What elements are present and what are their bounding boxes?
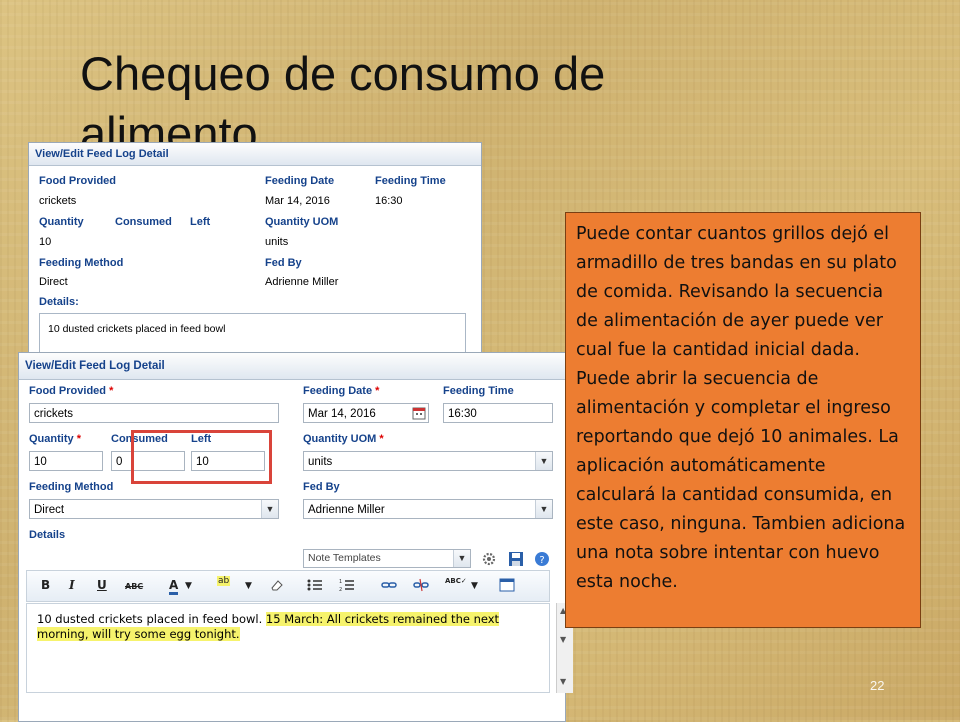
- value-quantity: 10: [39, 236, 52, 248]
- slide-title-line2: alimento: [80, 107, 258, 142]
- label-quantity-uom: Quantity UOM *: [303, 433, 384, 445]
- label-details: Details: [29, 529, 66, 541]
- calendar-icon[interactable]: [412, 406, 426, 420]
- required-marker: *: [109, 385, 114, 397]
- label-quantity-uom: Quantity UOM: [265, 216, 339, 228]
- page-number: 22: [870, 678, 885, 693]
- feeding-method-value: Direct: [34, 504, 65, 516]
- feeding-method-select[interactable]: Direct ▼: [29, 499, 279, 519]
- dropdown-arrow-icon[interactable]: ▼: [261, 500, 278, 518]
- details-text: 10 dusted crickets placed in feed bowl: [48, 323, 226, 335]
- label-food-provided: Food Provided *: [29, 385, 114, 397]
- details-box: 10 dusted crickets placed in feed bowl: [39, 313, 466, 355]
- value-feeding-date: Mar 14, 2016: [265, 195, 330, 207]
- label-feeding-date: Feeding Date: [265, 175, 335, 187]
- label-food-provided: Food Provided: [39, 175, 116, 187]
- edit-feed-log-panel: View/Edit Feed Log Detail Food Provided …: [18, 352, 566, 722]
- value-feeding-method: Direct: [39, 276, 68, 288]
- label-quantity: Quantity: [39, 216, 84, 228]
- required-marker: *: [379, 433, 384, 445]
- label-feeding-time: Feeding Time: [443, 385, 514, 397]
- label-fed-by: Fed By: [303, 481, 340, 493]
- label-feeding-time: Feeding Time: [375, 175, 446, 187]
- dropdown-arrow-icon[interactable]: ▼: [535, 452, 552, 470]
- value-food-provided: crickets: [39, 195, 77, 207]
- panel-header: View/Edit Feed Log Detail: [19, 353, 565, 380]
- dropdown-arrow-icon[interactable]: ▼: [535, 500, 552, 518]
- value-feeding-time: 16:30: [375, 195, 403, 207]
- gear-icon[interactable]: [481, 551, 497, 567]
- consumed-left-highlight: [131, 430, 272, 484]
- label-details: Details:: [39, 296, 79, 308]
- feeding-date-value: Mar 14, 2016: [308, 408, 376, 420]
- label-quantity: Quantity *: [29, 433, 81, 445]
- help-icon[interactable]: ?: [534, 551, 550, 567]
- dropdown-arrow-icon[interactable]: ▼: [453, 550, 470, 567]
- label-feeding-date: Feeding Date *: [303, 385, 380, 397]
- note-templates-label: Note Templates: [308, 552, 381, 564]
- feeding-time-input[interactable]: 16:30: [443, 403, 553, 423]
- label-feeding-method: Feeding Method: [39, 257, 124, 269]
- fed-by-value: Adrienne Miller: [308, 504, 385, 516]
- previous-feed-log-panel: View/Edit Feed Log Detail Food Provided …: [28, 142, 482, 362]
- panel-header: View/Edit Feed Log Detail: [29, 143, 481, 166]
- fed-by-select[interactable]: Adrienne Miller ▼: [303, 499, 553, 519]
- slide-title: Chequeo de consumo de: [80, 47, 606, 100]
- quantity-uom-value: units: [308, 456, 333, 468]
- label-feeding-method: Feeding Method: [29, 481, 114, 493]
- note-templates-select[interactable]: Note Templates ▼: [303, 549, 471, 568]
- value-quantity-uom: units: [265, 236, 289, 248]
- feeding-date-input[interactable]: Mar 14, 2016: [303, 403, 429, 423]
- label-fed-by: Fed By: [265, 257, 302, 269]
- value-fed-by: Adrienne Miller: [265, 276, 339, 288]
- food-provided-input[interactable]: crickets: [29, 403, 279, 423]
- label-consumed: Consumed: [115, 216, 172, 228]
- svg-text:?: ?: [539, 555, 544, 566]
- quantity-input[interactable]: 10: [29, 451, 103, 471]
- save-icon[interactable]: [508, 551, 524, 567]
- required-marker: *: [375, 385, 380, 397]
- label-left: Left: [190, 216, 211, 228]
- quantity-uom-select[interactable]: units ▼: [303, 451, 553, 471]
- required-marker: *: [76, 433, 81, 445]
- explanation-callout: Puede contar cuantos grillos dejó el arm…: [565, 212, 921, 628]
